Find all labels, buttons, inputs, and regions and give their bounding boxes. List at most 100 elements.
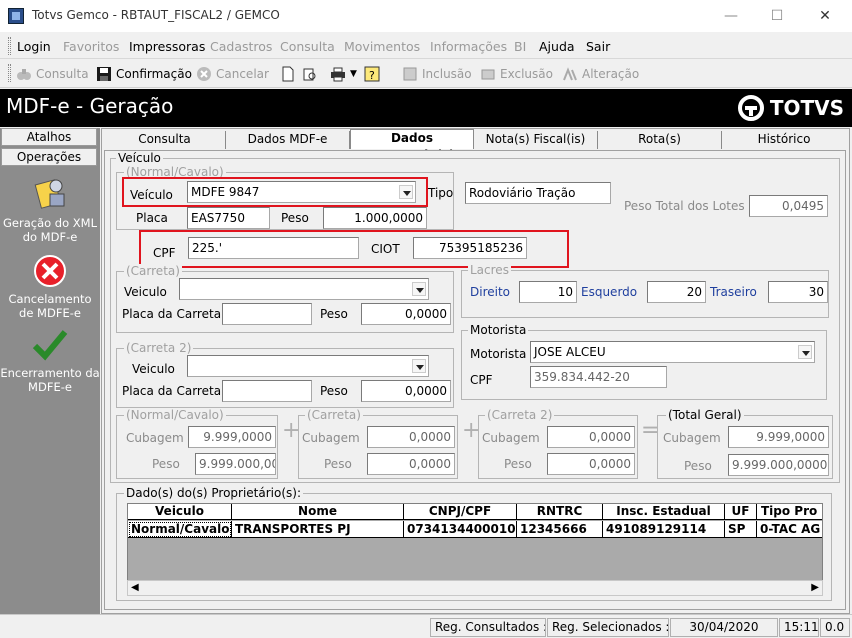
placa-field[interactable]: EAS7750 [187,207,270,229]
total-carreta2-peso-field[interactable]: 0,0000 [547,453,635,475]
status-time: 15:11 [779,618,819,637]
motorista-label: Motorista [470,347,527,361]
new-document-button[interactable] [280,66,296,82]
menu-favoritos[interactable]: Favoritos [63,39,119,54]
delete-icon [480,66,496,82]
add-icon [402,66,418,82]
menu-impressoras[interactable]: Impressoras [129,39,205,54]
sidebar-item-geracao-xml[interactable]: Geração do XML do MDF-e [0,216,100,244]
chevron-down-icon[interactable] [798,345,812,359]
tab-rotas[interactable]: Rota(s) [598,131,722,149]
menu-movimentos[interactable]: Movimentos [344,39,420,54]
chevron-down-icon[interactable] [399,185,413,199]
veiculo-select[interactable]: MDFE 9847 [187,181,416,203]
motorista-cpf-field[interactable]: 359.834.442-20 [530,366,667,388]
menu-consulta[interactable]: Consulta [280,39,335,54]
col-insc-estadual[interactable]: Insc. Estadual [603,504,725,520]
total-carreta2-cubagem-field[interactable]: 0,0000 [547,426,635,448]
menu-bi[interactable]: BI [514,39,526,54]
sidebar-tab-operacoes[interactable]: Operações [1,148,97,166]
app-icon [8,8,24,24]
table-cell[interactable]: Normal/Cavalo [128,521,232,538]
xml-generation-icon[interactable] [32,174,68,210]
horizontal-scrollbar[interactable]: ◀ ▶ [127,580,823,596]
exclusao-button[interactable]: Exclusão [480,66,553,82]
tipo-field[interactable]: Rodoviário Tração [465,182,611,204]
col-rntrc[interactable]: RNTRC [517,504,603,520]
menu-login[interactable]: Login [17,39,51,54]
direito-field[interactable]: 10 [519,281,577,303]
table-cell[interactable]: 12345666 [517,521,603,538]
tab-dados-romaneio[interactable]: Dados Romaneio(s) [350,129,474,162]
table-cell[interactable]: TRANSPORTES PJ [232,521,404,538]
table-cell[interactable]: 491089129114 [603,521,725,538]
sidebar-tab-atalhos[interactable]: Atalhos [1,128,97,146]
consulta-button[interactable]: Consulta [16,66,89,82]
col-nome[interactable]: Nome [232,504,404,520]
carreta2-veiculo-select[interactable] [187,355,429,377]
carreta-placa-field[interactable] [222,303,312,325]
page-header: MDF-e - Geração TOTVS [0,89,852,127]
confirmacao-button[interactable]: Confirmação [96,66,192,82]
scroll-left-icon[interactable]: ◀ [131,582,139,593]
carreta-peso-label: Peso [320,307,348,321]
traseiro-label: Traseiro [710,285,757,299]
traseiro-field[interactable]: 30 [768,281,828,303]
carreta-veiculo-select[interactable] [179,278,429,300]
cancel-icon [196,66,212,82]
total-geral-peso-field[interactable]: 9.999.000,0000 [728,454,829,476]
checkmark-icon[interactable] [32,328,68,362]
print-button[interactable]: ▼ [330,66,357,82]
col-tipo[interactable]: Tipo Pro [757,504,822,520]
menu-cadastros[interactable]: Cadastros [210,39,272,54]
col-veiculo[interactable]: Veiculo [128,504,232,520]
table-cell[interactable]: 07341344000103 [404,521,517,538]
esquerdo-field[interactable]: 20 [647,281,706,303]
close-icon[interactable]: ✕ [810,6,840,26]
ciot-field[interactable]: 75395185236 [413,237,527,259]
tab-consulta[interactable]: Consulta [104,131,226,149]
carreta2-placa-field[interactable] [222,380,312,402]
tab-historico[interactable]: Histórico [722,131,846,149]
cancelar-button[interactable]: Cancelar [196,66,269,82]
sidebar-item-cancelamento[interactable]: Cancelamento de MDFE-e [0,292,100,320]
menu-ajuda[interactable]: Ajuda [539,39,575,54]
total-geral-cubagem-label: Cubagem [663,431,721,445]
total-normal-cubagem-label: Cubagem [126,431,184,445]
peso-field[interactable]: 1.000,0000 [323,207,427,229]
preview-button[interactable] [302,66,318,82]
col-uf[interactable]: UF [725,504,757,520]
binoculars-icon [16,66,32,82]
menu-sair[interactable]: Sair [586,39,610,54]
total-normal-cubagem-field[interactable]: 9.999,0000 [188,426,276,448]
scroll-right-icon[interactable]: ▶ [811,582,819,593]
motorista-select[interactable]: JOSE ALCEU [530,341,815,363]
menu-informacoes[interactable]: Informações [430,39,507,54]
help-button[interactable]: ? [364,66,380,82]
inclusao-button[interactable]: Inclusão [402,66,472,82]
total-carreta2-cubagem-label: Cubagem [482,431,540,445]
maximize-icon[interactable]: ☐ [762,6,792,26]
chevron-down-icon[interactable] [412,282,426,296]
tab-dados-mdfe[interactable]: Dados MDF-e [226,131,350,149]
col-cnpj[interactable]: CNPJ/CPF [404,504,517,520]
total-normal-peso-field[interactable]: 9.999.000,000 [195,453,276,475]
carreta-peso-field[interactable]: 0,0000 [361,303,451,325]
sidebar-item-encerramento[interactable]: Encerramento da MDFE-e [0,366,100,394]
motorista-title: Motorista [468,323,529,337]
alteracao-button[interactable]: Alteração [562,66,639,82]
table-cell[interactable]: 0-TAC AG [757,521,822,538]
total-carreta-cubagem-field[interactable]: 0,0000 [367,426,455,448]
cancel-mdfe-icon[interactable] [33,254,67,288]
cpf-field[interactable]: 225.' [188,237,359,259]
chevron-down-icon[interactable] [412,359,426,373]
total-geral-cubagem-field[interactable]: 9.999,0000 [728,426,829,448]
minimize-icon[interactable]: — [716,6,746,26]
toolbar-grip [8,64,11,82]
carreta2-title: (Carreta 2) [124,341,194,355]
peso-total-field[interactable]: 0,0495 [749,195,828,217]
tab-notas-fiscais[interactable]: Nota(s) Fiscal(is) [474,131,598,149]
carreta2-peso-field[interactable]: 0,0000 [361,380,451,402]
total-carreta-peso-field[interactable]: 0,0000 [367,453,455,475]
table-cell[interactable]: SP [725,521,757,538]
